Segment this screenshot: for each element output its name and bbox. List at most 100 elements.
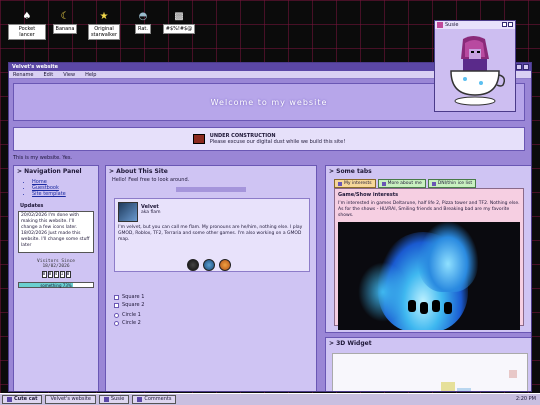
roblox-icon — [203, 259, 215, 271]
taskbar-label: Cute cat — [14, 396, 38, 402]
menu-help[interactable]: Help — [85, 71, 96, 78]
radio-circle-2[interactable]: Circle 2 — [114, 320, 141, 326]
nav-heading: > Navigation Panel — [17, 168, 82, 175]
radio[interactable] — [114, 320, 119, 326]
desktop-icon-pocket-lancer[interactable]: ♠ Pocket lancer — [8, 10, 46, 40]
glitch-icon: ▩ — [174, 11, 184, 22]
susie-teacup-image — [450, 36, 506, 106]
avatar — [118, 202, 138, 222]
menu-view[interactable]: View — [63, 71, 75, 78]
desktop-icon-glitch[interactable]: ▩ #$%!#$@ — [160, 10, 198, 34]
folder-icon — [381, 181, 386, 186]
tab-label: DNI/thin ice list — [437, 181, 473, 186]
updates-box[interactable]: 20/02/2026 I'm done with making this web… — [18, 211, 94, 253]
profile-card: Velvet aka flam I'm velvet, but you can … — [114, 198, 310, 272]
profile-aka: aka flam — [141, 210, 161, 215]
menu-rename[interactable]: Rename — [13, 71, 34, 78]
visitor-digit: 4 — [53, 271, 59, 278]
tab-content-text: I'm interested in games Deltarune, half … — [338, 201, 520, 218]
folder-icon — [431, 181, 436, 186]
construction-text: Please excuse our digital dust while we … — [209, 139, 346, 145]
taskbar-cute-cat[interactable]: Cute cat — [2, 395, 43, 404]
tabs-panel: > Some tabs My interests More about me D… — [325, 165, 531, 333]
radio-label: Circle 1 — [122, 312, 141, 318]
susie-close-button[interactable] — [508, 22, 513, 27]
taskbar-label: Velvet's website — [50, 396, 91, 402]
progress-label: something 73% — [40, 283, 72, 288]
close-button[interactable] — [523, 64, 529, 70]
tab-dni-list[interactable]: DNI/thin ice list — [427, 179, 477, 188]
progress-bar: something 73% — [18, 282, 94, 288]
game-scene-image — [338, 222, 520, 330]
taskbar-label: Susie — [110, 396, 125, 402]
checkbox[interactable] — [114, 294, 119, 300]
3d-widget-canvas[interactable] — [332, 353, 528, 391]
starwalker-icon: ★ — [99, 11, 109, 22]
susie-title: Susie — [445, 22, 459, 28]
visitor-digit: 0 — [65, 271, 71, 278]
widget-heading: > 3D Widget — [329, 340, 372, 347]
window-title: Velvet's website — [12, 64, 59, 70]
cube — [441, 382, 455, 391]
updates-heading: Updates — [20, 203, 44, 209]
taskbar-susie[interactable]: Susie — [98, 395, 130, 404]
tabs-heading: > Some tabs — [329, 168, 372, 175]
checkbox-square-2[interactable]: Square 2 — [114, 302, 144, 308]
checkbox-label: Square 1 — [122, 294, 145, 300]
comment-icon — [137, 397, 143, 402]
rat-icon: ◓ — [138, 11, 148, 22]
gmod-icon — [187, 259, 199, 271]
radio-label: Circle 2 — [122, 320, 141, 326]
menu-edit[interactable]: Edit — [44, 71, 54, 78]
tab-my-interests[interactable]: My interests — [334, 179, 376, 188]
checkbox[interactable] — [114, 302, 119, 308]
navigation-panel: > Navigation Panel Home Guestbook Site t… — [13, 165, 99, 391]
taskbar-comments[interactable]: Comments — [132, 395, 177, 404]
folder-icon — [338, 181, 342, 186]
taskbar-website[interactable]: Velvet's website — [45, 395, 96, 404]
banana-icon: ☾ — [60, 11, 70, 22]
lancer-icon: ♠ — [22, 11, 32, 22]
tagline: This is my website. Yes. — [13, 155, 73, 161]
cube — [457, 388, 471, 391]
cube — [509, 370, 517, 378]
maximize-button[interactable] — [516, 64, 522, 70]
taskbar-label: Comments — [144, 396, 172, 402]
susie-window: Susie — [434, 20, 516, 112]
widget-panel: > 3D Widget — [325, 337, 531, 391]
tab-more-about-me[interactable]: More about me — [377, 179, 426, 188]
taskbar: Cute cat Velvet's website Susie Comments… — [0, 393, 540, 405]
desktop-icon-starwalker[interactable]: ★ Original starwalker — [84, 10, 124, 40]
tab-label: More about me — [387, 181, 422, 186]
visitor-digit: 0 — [47, 271, 53, 278]
construction-notice: UNDER CONSTRUCTION Please excuse our dig… — [13, 127, 525, 151]
susie-titlebar[interactable]: Susie — [435, 21, 515, 29]
checkbox-square-1[interactable]: Square 1 — [114, 294, 144, 300]
tab-content-title: Game/Show interests — [338, 192, 399, 198]
desktop-icon-rat[interactable]: ◓ Rat. — [124, 10, 162, 34]
profile-bio: I'm velvet, but you can call me flam. My… — [118, 225, 303, 242]
radio-circle-1[interactable]: Circle 1 — [114, 312, 141, 318]
page-content: Welcome to my website UNDER CONSTRUCTION… — [9, 79, 531, 391]
welcome-text: Welcome to my website — [210, 97, 328, 107]
about-subtitle: Hello! Feel free to look around. — [112, 177, 190, 183]
tab-label: My interests — [344, 181, 372, 186]
about-heading: > About This Site — [109, 168, 168, 175]
about-panel: > About This Site Hello! Feel free to lo… — [105, 165, 317, 391]
susie-icon — [103, 397, 109, 402]
construction-icon — [192, 134, 205, 144]
visitor-date: 18/02/2026 — [42, 264, 70, 269]
cat-icon — [7, 397, 12, 402]
hidden-button[interactable] — [176, 187, 246, 192]
visitor-counter: Visitors Since 18/02/2026 0 0 4 1 0 — [18, 259, 94, 278]
desktop-icon-banana[interactable]: ☾ Banana — [46, 10, 84, 34]
visitor-digit: 0 — [41, 271, 47, 278]
susie-icon — [437, 22, 443, 28]
tab-content: Game/Show interests I'm interested in ga… — [334, 188, 524, 330]
radio[interactable] — [114, 312, 119, 318]
checkbox-label: Square 2 — [122, 302, 145, 308]
visitor-digit: 1 — [59, 271, 65, 278]
susie-minimize-button[interactable] — [502, 22, 507, 27]
tf2-icon — [219, 259, 231, 271]
clock: 2:20 PM — [515, 396, 536, 402]
